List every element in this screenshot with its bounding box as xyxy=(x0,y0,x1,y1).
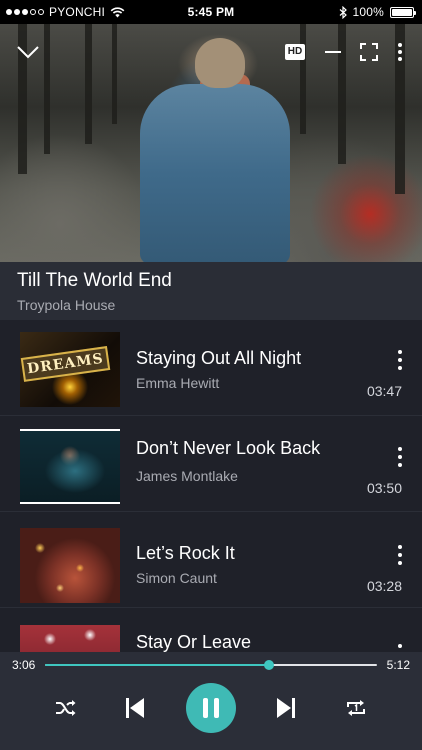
video-player[interactable]: HD xyxy=(0,24,422,262)
more-vertical-icon xyxy=(398,447,402,451)
list-item[interactable]: Stay Or Leave xyxy=(0,608,422,652)
video-frame-person xyxy=(140,84,290,262)
now-playing-info: Till The World End Troypola House xyxy=(0,262,422,320)
track-more-button[interactable] xyxy=(392,350,408,370)
collapse-button[interactable] xyxy=(16,40,40,64)
more-vertical-icon xyxy=(398,545,402,549)
thumbnail-sign-text: DREAMS xyxy=(20,346,111,382)
progress-fill xyxy=(45,664,270,666)
previous-button[interactable] xyxy=(111,684,159,732)
status-right: 100% xyxy=(339,0,416,24)
track-title: Don’t Never Look Back xyxy=(136,438,321,458)
next-button[interactable] xyxy=(262,684,310,732)
fullscreen-button[interactable] xyxy=(358,40,380,64)
more-vertical-icon xyxy=(398,644,402,648)
status-bar: PYONCHI 5:45 PM 100% xyxy=(0,0,422,24)
hd-button[interactable]: HD xyxy=(284,40,306,64)
track-thumbnail: DREAMS xyxy=(20,332,120,407)
list-item[interactable]: Don’t Never Look Back James Montlake 03:… xyxy=(0,416,422,512)
player-controls: 3:06 5:12 xyxy=(0,652,422,750)
battery-percent: 100% xyxy=(352,5,384,19)
shuffle-button[interactable] xyxy=(42,684,90,732)
track-artist: Emma Hewitt xyxy=(136,375,220,391)
video-more-button[interactable] xyxy=(392,40,408,64)
total-time: 5:12 xyxy=(386,658,410,672)
track-thumbnail xyxy=(20,625,120,652)
battery-level xyxy=(392,8,412,16)
progress-knob[interactable] xyxy=(264,660,275,670)
fullscreen-icon xyxy=(360,43,378,61)
now-playing-title: Till The World End xyxy=(17,270,172,291)
shuffle-icon xyxy=(56,700,76,716)
more-vertical-icon xyxy=(398,350,402,354)
track-more-button[interactable] xyxy=(392,447,408,467)
hd-icon: HD xyxy=(284,44,306,60)
pause-icon xyxy=(203,698,219,718)
track-more-button[interactable] xyxy=(392,545,408,565)
list-item[interactable]: DREAMS Staying Out All Night Emma Hewitt… xyxy=(0,320,422,416)
more-vertical-icon xyxy=(398,43,402,61)
repeat-one-button[interactable] xyxy=(332,684,380,732)
minimize-button[interactable] xyxy=(322,40,344,64)
track-artist: Simon Caunt xyxy=(136,570,217,586)
track-artist: James Montlake xyxy=(136,468,238,484)
chevron-down-icon xyxy=(17,46,39,59)
track-more-button[interactable] xyxy=(392,644,408,652)
track-duration: 03:50 xyxy=(366,480,402,496)
track-title: Stay Or Leave xyxy=(136,632,252,652)
next-icon xyxy=(277,698,295,718)
repeat-one-icon xyxy=(347,700,365,716)
track-thumbnail xyxy=(20,528,120,603)
track-thumbnail xyxy=(20,429,120,504)
current-time: 3:06 xyxy=(12,658,36,672)
minimize-icon xyxy=(325,51,341,53)
video-controls: HD xyxy=(0,40,422,64)
track-title: Let’s Rock It xyxy=(136,543,235,563)
playlist[interactable]: DREAMS Staying Out All Night Emma Hewitt… xyxy=(0,320,422,652)
track-title: Staying Out All Night xyxy=(136,348,302,368)
list-item[interactable]: Let’s Rock It Simon Caunt 03:28 xyxy=(0,512,422,608)
battery-icon xyxy=(390,6,416,18)
progress-slider[interactable] xyxy=(45,660,377,670)
bluetooth-icon xyxy=(339,5,347,19)
track-duration: 03:47 xyxy=(366,383,402,399)
previous-icon xyxy=(126,698,144,718)
track-duration: 03:28 xyxy=(366,578,402,594)
now-playing-artist: Troypola House xyxy=(17,297,116,313)
pause-button[interactable] xyxy=(186,683,236,733)
